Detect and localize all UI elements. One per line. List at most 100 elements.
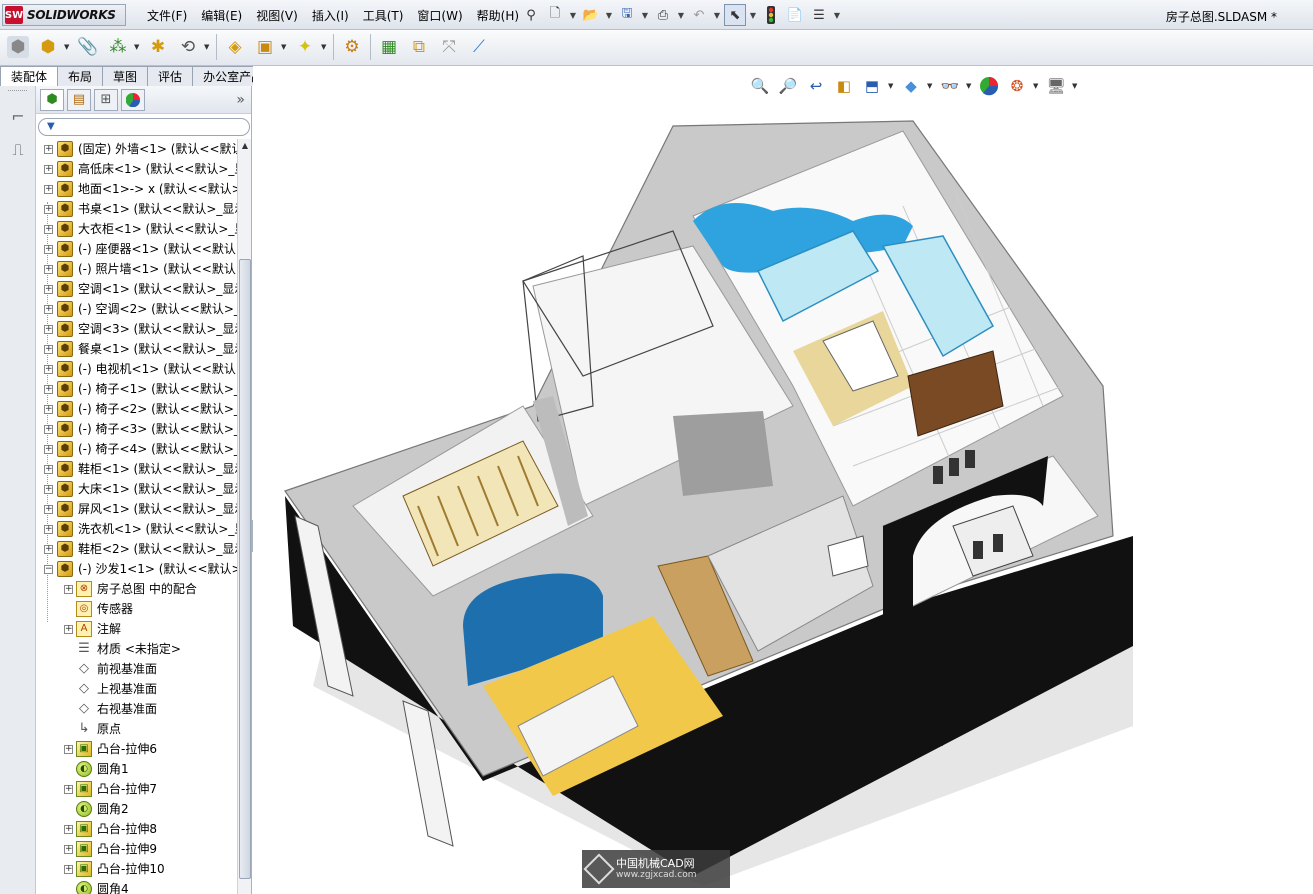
tree-component-row[interactable]: + ⬢ 屏风<1> (默认<<默认>_显示 xyxy=(36,499,237,519)
exploded-view-icon[interactable]: ⧉ xyxy=(405,33,433,61)
tree-component-row[interactable]: + ⬢ (-) 椅子<3> (默认<<默认>_显 xyxy=(36,419,237,439)
select-dropdown-icon[interactable]: ▼ xyxy=(748,4,758,26)
tree-feature-row[interactable]: ◐ 圆角1 xyxy=(36,759,237,779)
open-icon[interactable]: 📂 xyxy=(580,4,602,26)
menu-file[interactable]: 文件(F) xyxy=(140,7,194,24)
tree-feature-row[interactable]: + ▣ 凸台-拉伸10 xyxy=(36,859,237,879)
tree-component-row[interactable]: + ⬢ (-) 座便器<1> (默认<<默认> xyxy=(36,239,237,259)
insert-component-icon[interactable]: ⬢ xyxy=(4,33,32,61)
new-dropdown-icon[interactable]: ▼ xyxy=(568,4,578,26)
smart-fasteners-icon[interactable]: ✱ xyxy=(144,33,172,61)
tree-feature-row[interactable]: ◎ 传感器 xyxy=(36,599,237,619)
select-icon[interactable]: ⬉ xyxy=(724,4,746,26)
tree-feature-row[interactable]: + A 注解 xyxy=(36,619,237,639)
menu-help[interactable]: 帮助(H) xyxy=(470,7,526,24)
house-3d-model[interactable] xyxy=(253,86,1153,886)
expand-icon[interactable]: + xyxy=(44,365,53,374)
tree-component-row[interactable]: − ⬢ (-) 沙发1<1> (默认<<默认>_ xyxy=(36,559,237,579)
expand-icon[interactable]: + xyxy=(44,545,53,554)
tree-component-row[interactable]: + ⬢ 地面<1>-> x (默认<<默认>_ xyxy=(36,179,237,199)
expand-icon[interactable]: + xyxy=(64,825,73,834)
expand-icon[interactable]: + xyxy=(44,165,53,174)
expand-icon[interactable]: + xyxy=(44,345,53,354)
tree-component-row[interactable]: + ⬢ (固定) 外墙<1> (默认<<默认 xyxy=(36,139,237,159)
filter-field[interactable]: ▼ xyxy=(38,118,250,136)
tree-component-row[interactable]: + ⬢ 大衣柜<1> (默认<<默认>_显 xyxy=(36,219,237,239)
expand-icon[interactable]: + xyxy=(44,225,53,234)
options-icon[interactable]: ☰ xyxy=(808,4,830,26)
menu-tools[interactable]: 工具(T) xyxy=(356,7,411,24)
expand-icon[interactable]: + xyxy=(44,425,53,434)
tree-feature-row[interactable]: + ▣ 凸台-拉伸9 xyxy=(36,839,237,859)
new-motion-study-icon[interactable]: ⚙ xyxy=(338,33,366,61)
undo-dropdown-icon[interactable]: ▼ xyxy=(712,4,722,26)
linear-pattern-dropdown-icon[interactable]: ▼ xyxy=(134,43,142,51)
solidworks-logo[interactable]: SW SOLIDWORKS xyxy=(2,4,126,26)
tree-feature-row[interactable]: ↳ 原点 xyxy=(36,719,237,739)
property-manager-tab-icon[interactable]: ▤ xyxy=(67,88,91,111)
undo-icon[interactable]: ↶ xyxy=(688,4,710,26)
tree-component-row[interactable]: + ⬢ 书桌<1> (默认<<默认>_显示 xyxy=(36,199,237,219)
menu-window[interactable]: 窗口(W) xyxy=(410,7,469,24)
move-component-icon[interactable]: ⟲ xyxy=(174,33,202,61)
tree-feature-row[interactable]: ◇ 前视基准面 xyxy=(36,659,237,679)
tree-feature-row[interactable]: + ▣ 凸台-拉伸7 xyxy=(36,779,237,799)
menu-insert[interactable]: 插入(I) xyxy=(305,7,356,24)
feature-manager-tab-icon[interactable]: ⬢ xyxy=(40,88,64,111)
tree-component-row[interactable]: + ⬢ 空调<3> (默认<<默认>_显示 xyxy=(36,319,237,339)
tab-layout[interactable]: 布局 xyxy=(57,66,104,86)
tree-feature-row[interactable]: + ⊗ 房子总图 中的配合 xyxy=(36,579,237,599)
expand-icon[interactable]: + xyxy=(44,285,53,294)
tree-component-row[interactable]: + ⬢ (-) 椅子<2> (默认<<默认>_显 xyxy=(36,399,237,419)
file-properties-icon[interactable]: 📄 xyxy=(784,4,806,26)
expand-icon[interactable]: + xyxy=(44,505,53,514)
expand-icon[interactable]: + xyxy=(44,525,53,534)
tree-feature-row[interactable]: + ▣ 凸台-拉伸6 xyxy=(36,739,237,759)
new-part-dropdown-icon[interactable]: ▼ xyxy=(64,43,72,51)
tree-component-row[interactable]: + ⬢ (-) 椅子<1> (默认<<默认>_显 xyxy=(36,379,237,399)
tree-feature-row[interactable]: ◐ 圆角4 xyxy=(36,879,237,894)
new-part-icon[interactable]: ⬢ xyxy=(34,33,62,61)
step-icon[interactable]: ⎍ xyxy=(3,136,33,164)
expand-icon[interactable]: + xyxy=(44,305,53,314)
tree-component-row[interactable]: + ⬢ 洗衣机<1> (默认<<默认>_显 xyxy=(36,519,237,539)
print-dropdown-icon[interactable]: ▼ xyxy=(676,4,686,26)
tree-component-row[interactable]: + ⬢ 鞋柜<2> (默认<<默认>_显示 xyxy=(36,539,237,559)
tree-feature-row[interactable]: ◐ 圆角2 xyxy=(36,799,237,819)
tab-assembly[interactable]: 装配体 xyxy=(0,66,59,86)
expand-icon[interactable]: + xyxy=(44,485,53,494)
tree-component-row[interactable]: + ⬢ 空调<1> (默认<<默认>_显示 xyxy=(36,279,237,299)
open-dropdown-icon[interactable]: ▼ xyxy=(604,4,614,26)
tree-feature-row[interactable]: ◇ 右视基准面 xyxy=(36,699,237,719)
expand-icon[interactable]: + xyxy=(44,385,53,394)
save-dropdown-icon[interactable]: ▼ xyxy=(640,4,650,26)
expand-icon[interactable]: + xyxy=(44,245,53,254)
tree-feature-row[interactable]: ◇ 上视基准面 xyxy=(36,679,237,699)
more-tabs-icon[interactable]: » xyxy=(236,92,245,108)
tree-feature-row[interactable]: ☰ 材质 <未指定> xyxy=(36,639,237,659)
tree-component-row[interactable]: + ⬢ 鞋柜<1> (默认<<默认>_显示 xyxy=(36,459,237,479)
pin-icon[interactable]: ⚲ xyxy=(520,4,542,26)
scrollbar-thumb[interactable] xyxy=(239,259,251,879)
expand-icon[interactable]: + xyxy=(64,865,73,874)
mate-icon[interactable]: 📎 xyxy=(74,33,102,61)
reference-geometry-icon[interactable]: ✦ xyxy=(291,33,319,61)
tree-component-row[interactable]: + ⬢ (-) 照片墙<1> (默认<<默认> xyxy=(36,259,237,279)
explode-line-sketch-icon[interactable]: ⤧ xyxy=(435,33,463,61)
expand-icon[interactable]: + xyxy=(44,325,53,334)
rebuild-icon[interactable] xyxy=(760,4,782,26)
bill-of-materials-icon[interactable]: ▦ xyxy=(375,33,403,61)
new-icon[interactable]: 🗋 xyxy=(544,4,566,26)
tree-component-row[interactable]: + ⬢ 大床<1> (默认<<默认>_显示 xyxy=(36,479,237,499)
expand-icon[interactable]: + xyxy=(64,745,73,754)
assembly-features-icon[interactable]: ▣ xyxy=(251,33,279,61)
interference-detection-icon[interactable]: ⟋ xyxy=(465,33,493,61)
stairs-icon[interactable]: ⌐ xyxy=(3,102,33,130)
display-manager-tab-icon[interactable] xyxy=(121,88,145,111)
expand-icon[interactable]: + xyxy=(64,585,73,594)
expand-icon[interactable]: + xyxy=(64,785,73,794)
scroll-up-icon[interactable]: ▲ xyxy=(238,139,252,153)
show-hidden-icon[interactable]: ◈ xyxy=(221,33,249,61)
expand-icon[interactable]: + xyxy=(44,145,53,154)
assembly-features-dropdown-icon[interactable]: ▼ xyxy=(281,43,289,51)
